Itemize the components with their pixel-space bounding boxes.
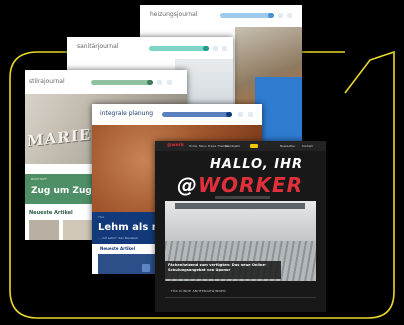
teaser-box[interactable]: BAUSTOFF Zug um Zug [25,174,95,204]
headline-at: @ [177,173,198,197]
search-input[interactable] [91,80,153,85]
account-icon[interactable] [238,112,243,117]
account-icon[interactable] [278,13,283,18]
search-icon[interactable] [203,46,209,51]
site-title: stilrajournal [29,78,65,85]
worker-card[interactable]: @work Home Menu Praxis Themen Marktplatz… [155,141,326,312]
divider [165,297,316,298]
teaser-subtitle: ... mit Lehm" den Bauwerk [98,236,138,240]
headline-line-1: HALLO, IHR [210,157,304,172]
article-thumbnail[interactable] [29,220,59,240]
article-thumbnail[interactable] [63,220,93,240]
site-title: integrale planung [100,110,154,117]
nav-item[interactable]: Menu [199,144,207,148]
play-icon[interactable] [142,264,150,272]
site-title: sanitärjournal [77,43,119,50]
caption-box[interactable]: Fächenheizend zum verfügten: Das neue On… [165,261,281,279]
search-icon[interactable] [226,112,232,117]
search-input[interactable] [220,13,274,18]
section-heading: Neueste Artikel [100,246,136,251]
nav-item[interactable]: Home [189,144,197,148]
headline-line-2: @WORKER [177,173,303,197]
search-input[interactable] [162,112,232,117]
teaser-title: Zug um Zug [31,186,92,196]
nav-item[interactable]: Marktplatz [225,144,240,148]
caption-text: Fächenheizend zum verfügten: Das neue On… [168,263,267,272]
menu-icon[interactable] [222,46,227,51]
account-icon[interactable] [157,80,162,85]
top-navigation: @work Home Menu Praxis Themen Marktplatz… [155,141,326,151]
search-input[interactable] [149,46,209,51]
search-button[interactable] [250,144,258,148]
account-icon[interactable] [213,46,218,51]
teaser-kicker: BAUSTOFF [31,177,47,181]
headline-worker: WORKER [198,173,304,197]
section-heading: Neueste Artikel [29,210,73,216]
ceiling-beam [175,203,305,209]
search-icon[interactable] [147,80,153,85]
worker-logo[interactable]: @work [167,143,184,148]
teaser-box[interactable]: TGA Lehm als na ... mit Lehm" den Bauwer… [92,212,166,244]
nav-link[interactable]: Kontakt [302,144,313,148]
menu-icon[interactable] [167,80,172,85]
footer-label: FÜR KÜNDE ANHFENGEWINNEN [171,289,226,293]
teaser-kicker: TGA [98,215,105,219]
nav-link[interactable]: Newsletter [280,144,295,148]
site-title: heizungsjournal [150,11,198,18]
subheading-strip [215,196,270,199]
search-icon[interactable] [268,13,274,18]
menu-icon[interactable] [248,112,253,117]
menu-icon[interactable] [287,13,292,18]
